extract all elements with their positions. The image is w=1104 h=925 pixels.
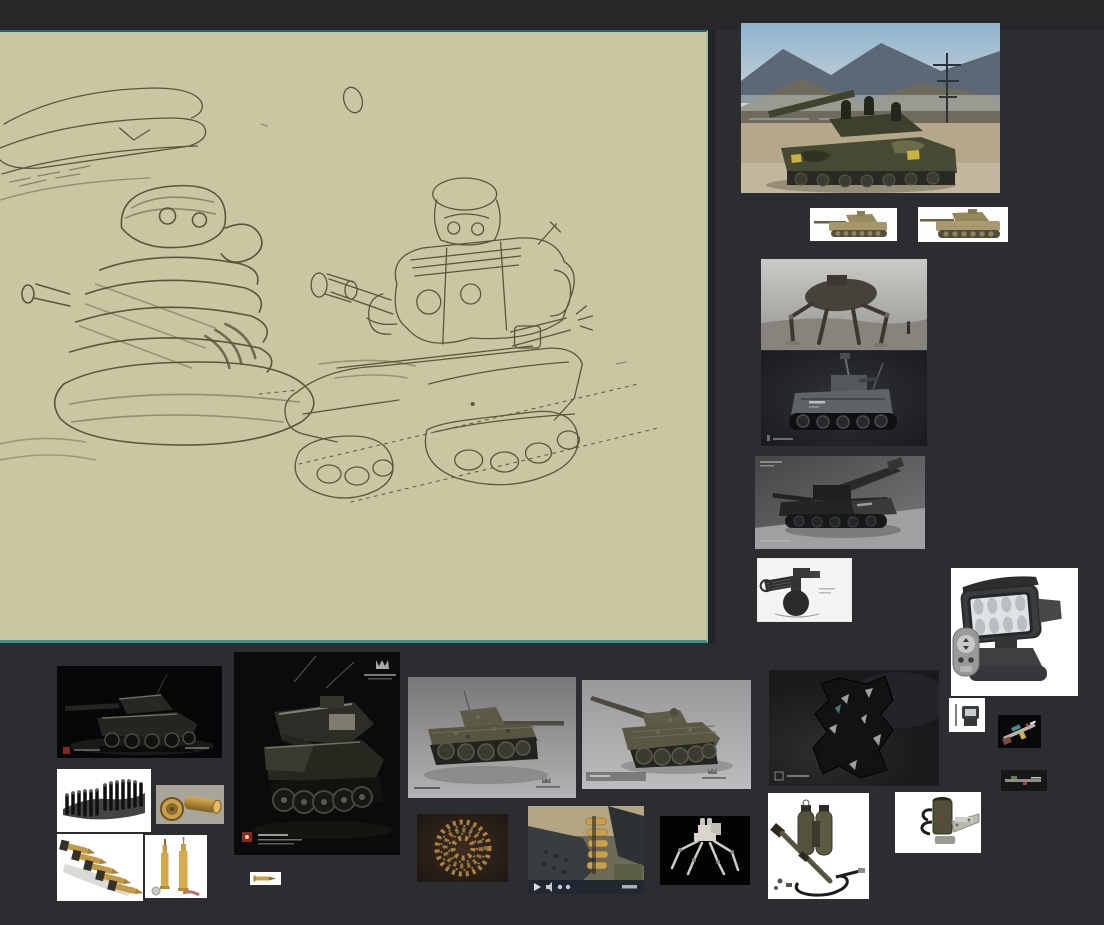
ref-image-m41-tank[interactable] — [234, 652, 400, 855]
sketch-canvas[interactable] — [0, 30, 708, 643]
ref-image-flamethrower-kit[interactable] — [768, 793, 869, 899]
ref-image-shell-casings[interactable] — [156, 785, 224, 824]
ugv-art — [761, 351, 927, 446]
ammo-belt-column — [585, 816, 609, 874]
flamethrower-art — [768, 793, 869, 899]
mini-device-art — [949, 698, 985, 732]
ref-image-missile-tank[interactable] — [755, 456, 925, 549]
ammo-belt-black-art — [57, 769, 151, 832]
cylinder-unit — [932, 797, 953, 835]
rifle-cartridges-art — [145, 835, 207, 898]
tiny-cartridge-art — [250, 872, 281, 885]
scale-figure — [906, 321, 911, 334]
ref-image-mount-device[interactable] — [895, 792, 981, 853]
menu-dot-icon[interactable] — [565, 884, 571, 890]
missile-tank-art — [755, 456, 925, 549]
spider-thumb-art — [660, 816, 750, 885]
shell-casings-art — [156, 785, 224, 824]
ref-image-side-tank-a[interactable] — [810, 208, 897, 241]
ref-image-spider-mech-thumb[interactable] — [660, 816, 750, 885]
ref-image-ammo-belt-black[interactable] — [57, 769, 151, 832]
side-tank-a-art — [810, 208, 897, 241]
mg-belt-video-art — [528, 806, 644, 894]
blob-tank-sketch — [0, 184, 416, 461]
chibi-tank-sketch — [258, 177, 659, 503]
dark-mech-art — [769, 670, 939, 786]
side-tank-b-art — [918, 207, 1008, 242]
spider-mech-art — [761, 259, 927, 350]
ref-image-mg-belt-video[interactable] — [528, 806, 644, 894]
t34-side-art — [408, 677, 576, 798]
searchlight-art — [951, 568, 1078, 696]
dark-tank-art — [57, 666, 222, 758]
mount-device-art — [895, 792, 981, 853]
ref-image-rifle-cartridges[interactable] — [145, 835, 207, 898]
gun-render-art — [998, 715, 1041, 748]
ref-image-t34-rear[interactable] — [582, 680, 751, 789]
ref-image-k1-tank-photo[interactable] — [741, 23, 1000, 193]
video-player-bar[interactable] — [528, 880, 644, 894]
ammo-coil-art — [417, 814, 508, 882]
ref-image-dark-mech[interactable] — [769, 670, 939, 786]
k1-photo-art — [741, 23, 1000, 193]
canvas-sketch-layer — [0, 86, 659, 503]
t34-rear-art — [582, 680, 751, 789]
damaged-robot — [812, 675, 894, 779]
gun-strip-art — [1001, 770, 1047, 791]
ref-image-tiny-cartridge[interactable] — [250, 872, 281, 885]
ref-image-searchlight[interactable] — [951, 568, 1078, 696]
ref-image-gun-render[interactable] — [998, 715, 1041, 748]
m41-tank-art — [234, 652, 400, 855]
linked-cartridges-art — [57, 834, 143, 901]
settings-icon[interactable] — [557, 884, 563, 890]
ref-image-gun-strip[interactable] — [1001, 770, 1047, 791]
ref-image-t34-side[interactable] — [408, 677, 576, 798]
ref-image-ammo-coil[interactable] — [417, 814, 508, 882]
hull-outline-sketch — [0, 87, 207, 201]
ref-image-turret-gun[interactable] — [757, 558, 852, 622]
ref-image-spider-mech[interactable] — [761, 259, 927, 350]
turret-gun-art — [757, 558, 852, 622]
ref-image-side-tank-b[interactable] — [918, 207, 1008, 242]
ref-image-linked-cartridges[interactable] — [57, 834, 143, 901]
facing-casing — [160, 797, 184, 821]
timestamp — [622, 885, 637, 889]
ref-image-mini-device[interactable] — [949, 698, 985, 732]
ref-image-dark-tank[interactable] — [57, 666, 222, 758]
remote-control — [952, 627, 980, 677]
ref-image-ugv-tank[interactable] — [761, 351, 927, 446]
reference-board-app — [0, 0, 1104, 925]
